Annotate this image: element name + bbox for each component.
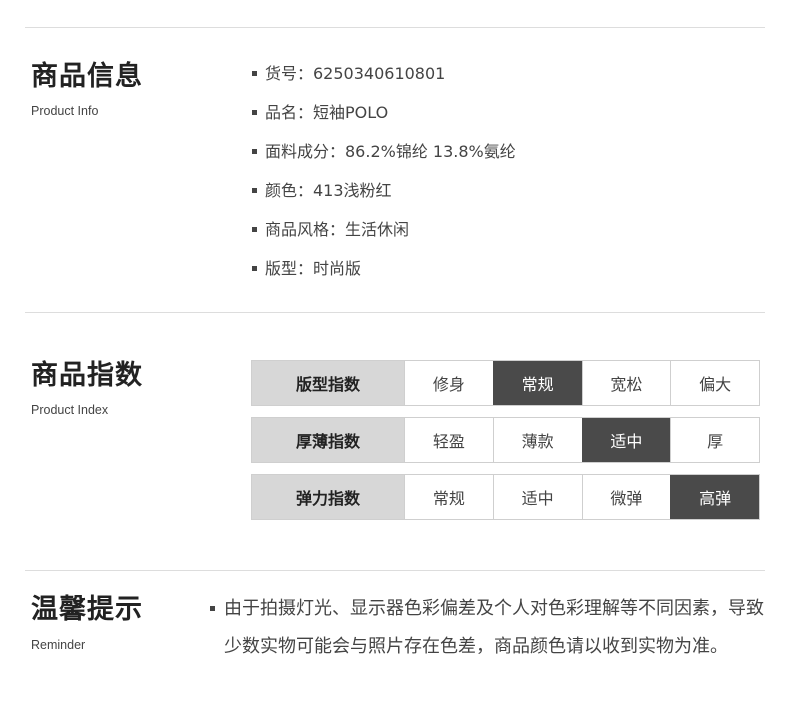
index-option: 轻盈 — [404, 418, 493, 462]
index-row-elasticity: 弹力指数 常规 适中 微弹 高弹 — [251, 474, 760, 520]
bullet-icon — [252, 149, 257, 154]
index-row-thickness: 厚薄指数 轻盈 薄款 适中 厚 — [251, 417, 760, 463]
index-option: 修身 — [404, 361, 493, 405]
section-divider-1 — [25, 312, 765, 313]
info-item-fit: 版型：时尚版 — [252, 255, 516, 294]
product-index-subtitle: Product Index — [31, 403, 109, 417]
index-row-fit: 版型指数 修身 常规 宽松 偏大 — [251, 360, 760, 406]
reminder-subtitle: Reminder — [31, 638, 86, 652]
product-info-list: 货号：6250340610801 品名：短袖POLO 面料成分：86.2%锦纶 … — [252, 60, 516, 294]
index-label: 厚薄指数 — [252, 418, 404, 462]
product-info-subtitle: Product Info — [31, 104, 99, 118]
info-item-sku: 货号：6250340610801 — [252, 60, 516, 99]
top-divider — [25, 27, 765, 28]
index-option: 厚 — [670, 418, 759, 462]
info-item-style: 商品风格：生活休闲 — [252, 216, 516, 255]
product-index-table: 版型指数 修身 常规 宽松 偏大 厚薄指数 轻盈 薄款 适中 厚 弹力指数 常规… — [251, 360, 760, 531]
bullet-icon — [252, 227, 257, 232]
product-index-title: 商品指数 — [31, 360, 143, 391]
index-option: 薄款 — [492, 418, 582, 462]
bullet-icon — [252, 188, 257, 193]
info-item-name: 品名：短袖POLO — [252, 99, 516, 138]
index-option: 宽松 — [581, 361, 671, 405]
index-option: 偏大 — [670, 361, 759, 405]
index-option: 常规 — [404, 475, 493, 519]
index-option: 微弹 — [581, 475, 671, 519]
reminder-text: 由于拍摄灯光、显示器色彩偏差及个人对色彩理解等不同因素，导致少数实物可能会与照片… — [224, 598, 764, 657]
index-option: 适中 — [492, 475, 582, 519]
bullet-icon — [252, 110, 257, 115]
info-item-fabric: 面料成分：86.2%锦纶 13.8%氨纶 — [252, 138, 516, 177]
product-info-title: 商品信息 — [31, 61, 143, 92]
info-item-color: 颜色：413浅粉红 — [252, 177, 516, 216]
index-option: 高弹 — [670, 475, 759, 519]
reminder-text-block: 由于拍摄灯光、显示器色彩偏差及个人对色彩理解等不同因素，导致少数实物可能会与照片… — [210, 590, 780, 666]
index-label: 版型指数 — [252, 361, 404, 405]
index-option: 常规 — [492, 361, 582, 405]
bullet-icon — [210, 606, 215, 611]
bullet-icon — [252, 266, 257, 271]
bullet-icon — [252, 71, 257, 76]
reminder-title: 温馨提示 — [31, 594, 143, 625]
index-label: 弹力指数 — [252, 475, 404, 519]
index-option: 适中 — [581, 418, 671, 462]
section-divider-2 — [25, 570, 765, 571]
